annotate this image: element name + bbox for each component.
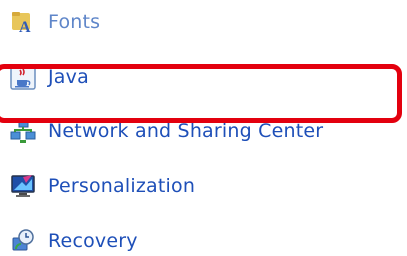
control-panel-item-java[interactable]: Java (10, 62, 89, 92)
control-panel-item-recovery[interactable]: Recovery (10, 226, 138, 256)
control-panel-item-personalization[interactable]: Personalization (10, 171, 195, 201)
java-cup-icon (10, 64, 36, 90)
recovery-icon (10, 228, 36, 254)
control-panel-item-label: Network and Sharing Center (48, 120, 324, 142)
fonts-folder-icon: A (10, 9, 36, 35)
control-panel-item-label: Personalization (48, 175, 196, 197)
control-panel-items-list: A Fonts Java Network and Sharing Center … (0, 0, 407, 253)
control-panel-item-fonts[interactable]: A Fonts (10, 7, 100, 37)
svg-text:A: A (19, 19, 31, 35)
control-panel-item-network-and-sharing-center[interactable]: Network and Sharing Center (10, 116, 323, 146)
control-panel-item-label: Fonts (48, 11, 101, 33)
control-panel-item-label: Recovery (48, 230, 138, 252)
monitor-personalization-icon (10, 173, 36, 199)
control-panel-item-label: Java (48, 66, 89, 88)
network-icon (10, 118, 36, 144)
